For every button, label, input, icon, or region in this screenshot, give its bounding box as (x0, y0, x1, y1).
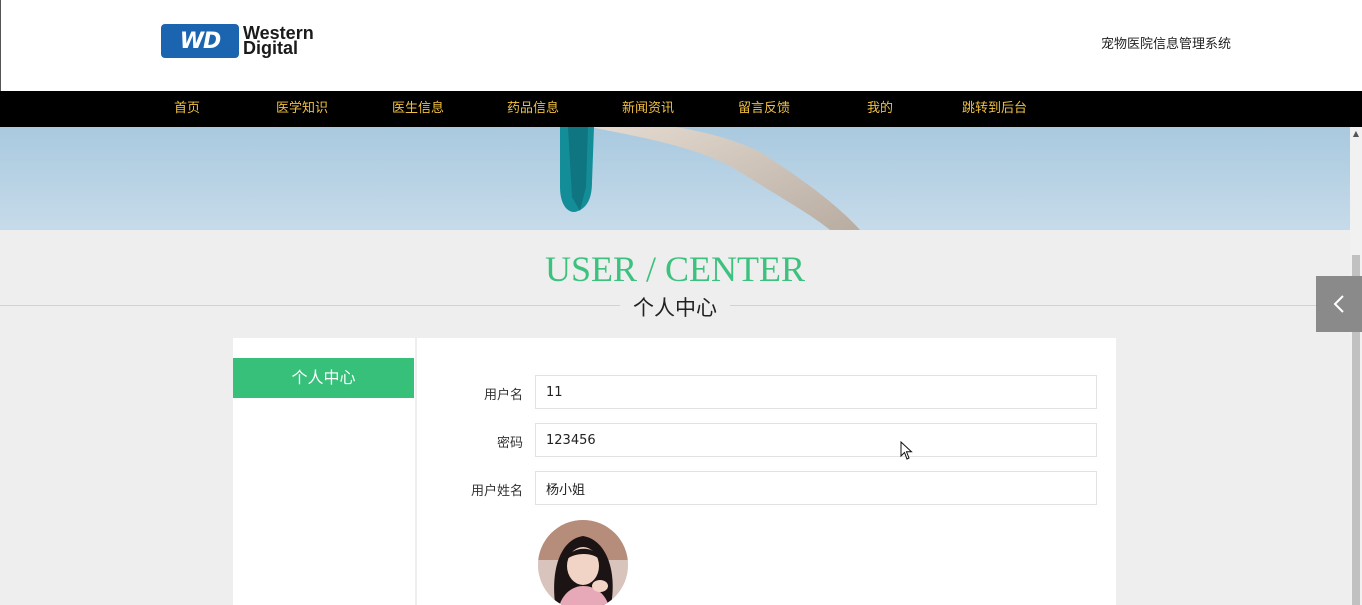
nav-item-news[interactable]: 新闻资讯 (622, 91, 674, 127)
main-nav: 首页 医学知识 医生信息 药品信息 新闻资讯 留言反馈 我的 跳转到后台 (0, 91, 1362, 127)
section-title-en: USER / CENTER (544, 249, 805, 289)
site-header: WD Western Digital 宠物医院信息管理系统 (0, 0, 1362, 91)
nav-item-medical-knowledge[interactable]: 医学知识 (276, 91, 328, 127)
logo-wordmark: Western Digital (243, 24, 314, 58)
nav-item-feedback[interactable]: 留言反馈 (738, 91, 790, 127)
avatar-photo (538, 520, 628, 605)
nav-item-mine[interactable]: 我的 (867, 91, 893, 127)
western-digital-logo[interactable]: WD Western Digital (161, 24, 314, 58)
mouse-pointer-icon (900, 440, 914, 465)
arrow-up-icon[interactable]: ▲ (1350, 127, 1362, 141)
logo-line-2: Digital (243, 38, 299, 58)
site-title: 宠物医院信息管理系统 (1101, 37, 1232, 52)
nav-item-home[interactable]: 首页 (174, 91, 200, 127)
password-input[interactable] (535, 423, 1097, 457)
nav-item-drug-info[interactable]: 药品信息 (507, 91, 559, 127)
username-label: 用户名 (483, 388, 523, 403)
chevron-left-icon (1333, 295, 1344, 313)
real-name-input[interactable] (535, 471, 1097, 505)
avatar[interactable] (538, 520, 628, 605)
nav-item-doctor-info[interactable]: 医生信息 (392, 91, 444, 127)
banner-image (0, 127, 1350, 230)
user-info-panel: 用户名 密码 用户姓名 (417, 338, 1116, 605)
section-title-cn: 个人中心 (620, 292, 730, 322)
sidebar-item-user-center[interactable]: 个人中心 (233, 358, 414, 398)
banner-illustration (560, 127, 860, 230)
user-center-sidebar: 个人中心 (233, 338, 415, 605)
real-name-label: 用户姓名 (470, 484, 523, 499)
logo-badge: WD (161, 24, 239, 58)
side-toggle-button[interactable] (1316, 276, 1362, 332)
username-input[interactable] (535, 375, 1097, 409)
password-label: 密码 (496, 436, 523, 451)
nav-item-admin[interactable]: 跳转到后台 (962, 91, 1027, 127)
